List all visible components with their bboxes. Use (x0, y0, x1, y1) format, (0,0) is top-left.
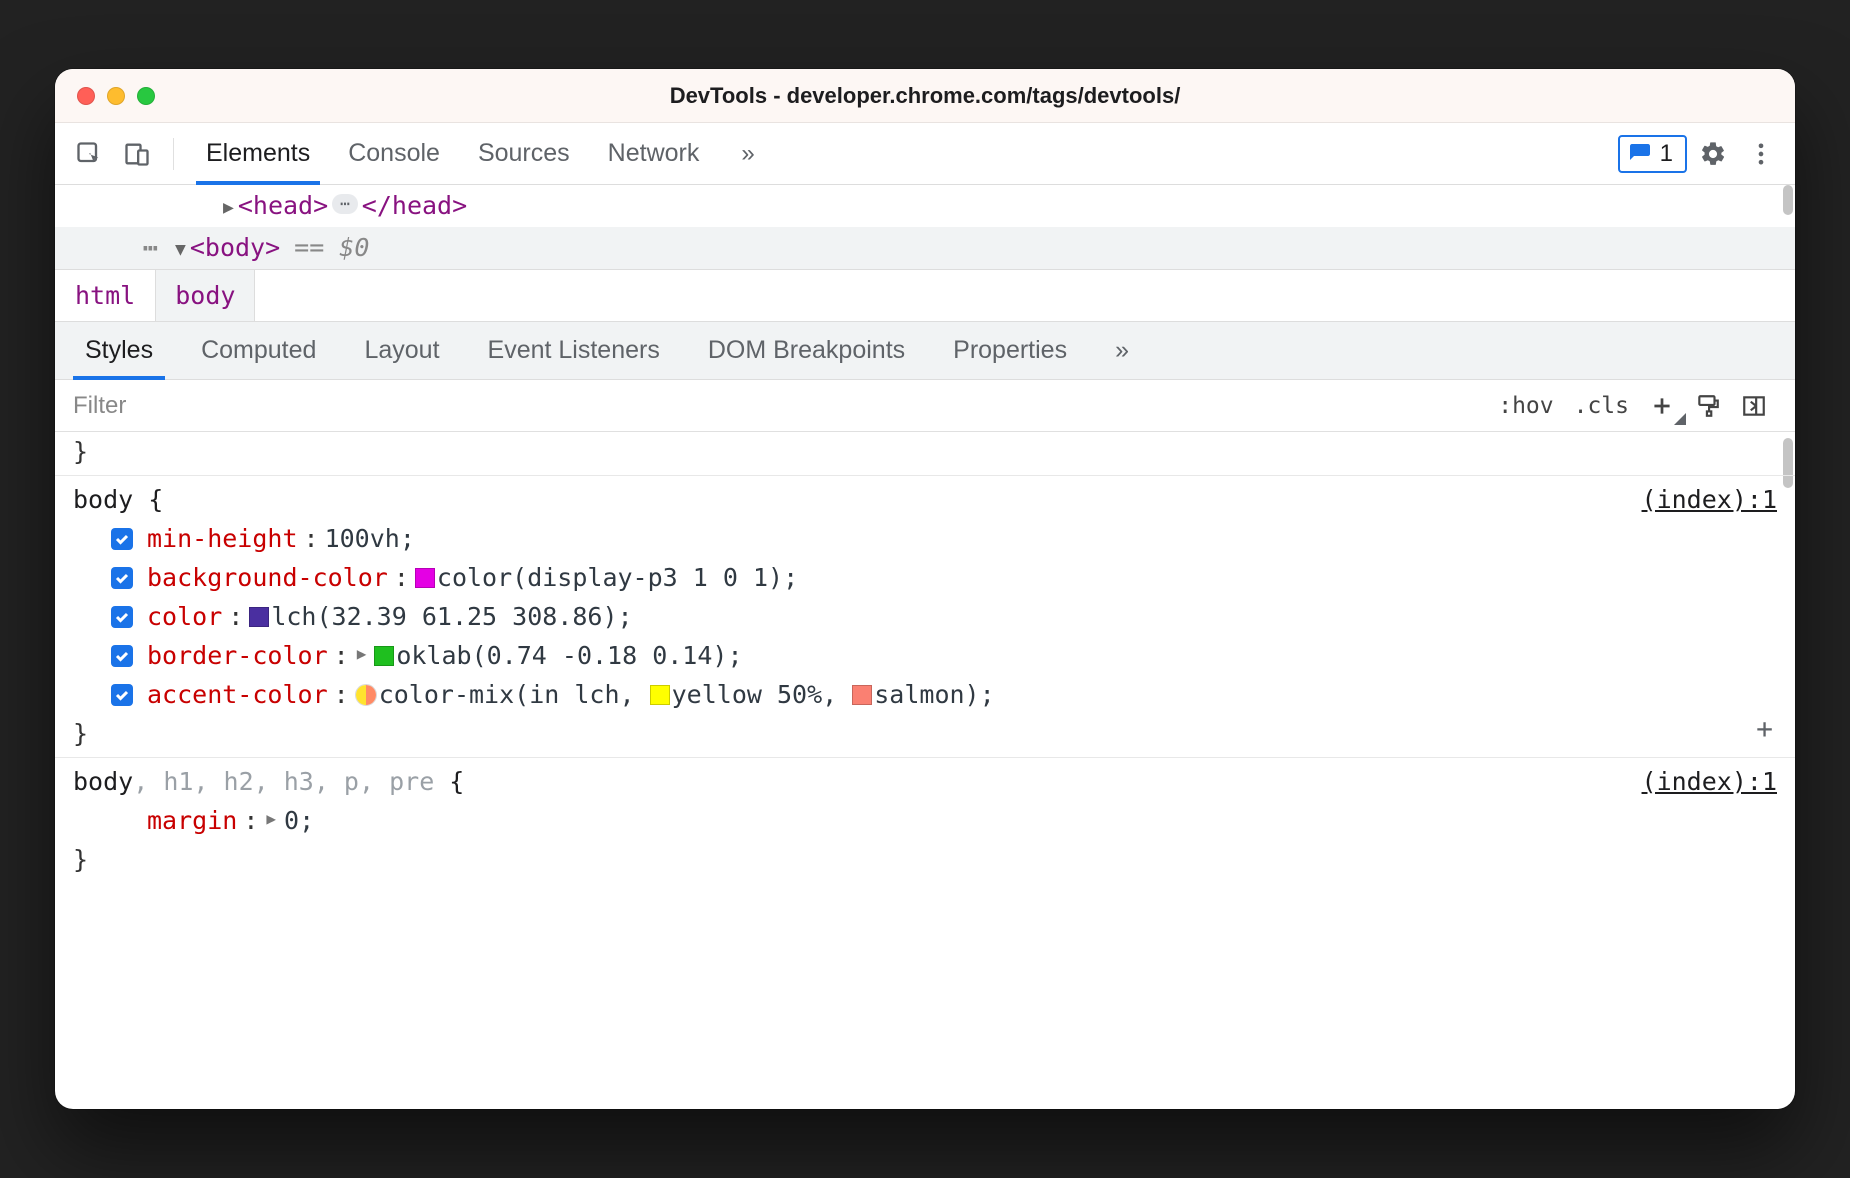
collapse-arrow-icon[interactable]: ▼ (175, 236, 186, 263)
device-toggle-icon[interactable] (115, 132, 159, 176)
selected-indicator: == $0 (294, 229, 369, 267)
issues-count: 1 (1660, 140, 1673, 168)
zoom-window-button[interactable] (137, 87, 155, 105)
hov-button[interactable]: :hov (1488, 388, 1563, 424)
more-tabs-button[interactable]: » (731, 140, 764, 168)
dom-node-body[interactable]: ▼ <body> == $0 (55, 227, 1795, 269)
dom-tree[interactable]: ▶ <head> ⋯ </head> ▼ <body> == $0 (55, 185, 1795, 270)
property-name[interactable]: border-color (147, 636, 328, 675)
head-close-tag: </head> (362, 187, 467, 225)
close-window-button[interactable] (77, 87, 95, 105)
declaration[interactable]: border-color:▶ oklab(0.74 -0.18 0.14); (111, 636, 1777, 675)
rule-source-link[interactable]: (index):1 (1642, 480, 1777, 519)
property-checkbox[interactable] (111, 567, 133, 589)
declaration[interactable]: color: lch(32.39 61.25 308.86); (111, 597, 1777, 636)
window-title: DevTools - developer.chrome.com/tags/dev… (55, 83, 1795, 109)
declaration[interactable]: accent-color: color-mix(in lch, yellow 5… (111, 675, 1777, 714)
color-swatch[interactable] (249, 607, 269, 627)
sidebar-tabs: Styles Computed Layout Event Listeners D… (55, 322, 1795, 380)
tab-network[interactable]: Network (602, 123, 706, 184)
property-name[interactable]: accent-color (147, 675, 328, 714)
property-checkbox[interactable] (111, 606, 133, 628)
property-value[interactable]: 100vh; (325, 519, 415, 558)
subtab-layout[interactable]: Layout (352, 322, 451, 379)
kebab-icon[interactable] (1739, 132, 1783, 176)
body-open-tag: <body> (190, 229, 280, 267)
separator (173, 138, 174, 170)
property-checkbox[interactable] (111, 645, 133, 667)
computed-toggle-icon[interactable] (1731, 388, 1777, 424)
property-checkbox[interactable] (111, 528, 133, 550)
window-controls (77, 87, 155, 105)
devtools-window: DevTools - developer.chrome.com/tags/dev… (55, 69, 1795, 1109)
breadcrumb: html body (55, 270, 1795, 322)
rule-close-brace: } (73, 432, 1777, 471)
declaration[interactable]: min-height: 100vh; (111, 519, 1777, 558)
rule-close-brace: } (73, 840, 1777, 879)
property-name[interactable]: min-height (147, 519, 298, 558)
property-value[interactable]: 0; (284, 801, 314, 840)
expand-arrow-icon[interactable]: ▶ (223, 194, 234, 221)
breadcrumb-html[interactable]: html (55, 270, 155, 321)
property-name[interactable]: background-color (147, 558, 388, 597)
property-value[interactable]: color-mix(in lch, yellow 50%, salmon); (355, 675, 995, 714)
tab-sources[interactable]: Sources (472, 123, 576, 184)
color-swatch[interactable] (852, 685, 872, 705)
panel-tabs: Elements Console Sources Network » (200, 123, 765, 184)
breadcrumb-body[interactable]: body (155, 270, 255, 321)
titlebar: DevTools - developer.chrome.com/tags/dev… (55, 69, 1795, 123)
head-open-tag: <head> (238, 187, 328, 225)
subtab-properties[interactable]: Properties (941, 322, 1079, 379)
shorthand-expand-icon[interactable]: ▶ (266, 807, 276, 832)
color-swatch[interactable] (650, 685, 670, 705)
tab-elements[interactable]: Elements (200, 123, 316, 184)
property-value[interactable]: oklab(0.74 -0.18 0.14); (374, 636, 742, 675)
property-name[interactable]: margin (147, 801, 237, 840)
property-name[interactable]: color (147, 597, 222, 636)
new-style-rule-button[interactable] (1639, 388, 1685, 424)
property-value[interactable]: lch(32.39 61.25 308.86); (249, 597, 632, 636)
style-rule-fragment: } (55, 432, 1795, 476)
rule-close-brace: } (73, 714, 1777, 753)
minimize-window-button[interactable] (107, 87, 125, 105)
subtab-computed[interactable]: Computed (189, 322, 328, 379)
tab-console[interactable]: Console (342, 123, 446, 184)
shorthand-expand-icon[interactable]: ▶ (357, 642, 367, 667)
declaration[interactable]: background-color: color(display-p3 1 0 1… (111, 558, 1777, 597)
add-declaration-button[interactable]: + (1756, 707, 1773, 751)
color-mix-swatch[interactable] (355, 684, 377, 706)
subtab-event-listeners[interactable]: Event Listeners (476, 322, 672, 379)
rule-selector[interactable]: body { (73, 480, 163, 519)
styles-pane[interactable]: } body { (index):1 min-height: 100vh; ba… (55, 432, 1795, 1109)
collapsed-ellipsis[interactable]: ⋯ (332, 194, 358, 214)
issues-badge[interactable]: 1 (1618, 135, 1687, 173)
subtab-dom-breakpoints[interactable]: DOM Breakpoints (696, 322, 917, 379)
cls-button[interactable]: .cls (1564, 388, 1639, 424)
color-swatch[interactable] (374, 646, 394, 666)
rule-source-link[interactable]: (index):1 (1642, 762, 1777, 801)
rule-selector[interactable]: body, h1, h2, h3, p, pre { (73, 762, 464, 801)
paint-icon[interactable] (1685, 388, 1731, 424)
main-toolbar: Elements Console Sources Network » 1 (55, 123, 1795, 185)
styles-filter-input[interactable] (55, 380, 1488, 431)
settings-icon[interactable] (1691, 132, 1735, 176)
declaration[interactable]: margin:▶ 0; (111, 801, 1777, 840)
styles-toolbar: :hov .cls (55, 380, 1795, 432)
dom-node-head[interactable]: ▶ <head> ⋯ </head> (55, 185, 1795, 227)
style-rule-body[interactable]: body { (index):1 min-height: 100vh; back… (55, 476, 1795, 758)
property-value[interactable]: color(display-p3 1 0 1); (415, 558, 798, 597)
inspect-icon[interactable] (67, 132, 111, 176)
dom-scrollbar[interactable] (1783, 185, 1793, 215)
more-subtabs-button[interactable]: » (1103, 336, 1141, 365)
color-swatch[interactable] (415, 568, 435, 588)
property-checkbox[interactable] (111, 684, 133, 706)
style-rule-shared[interactable]: body, h1, h2, h3, p, pre { (index):1 mar… (55, 758, 1795, 883)
subtab-styles[interactable]: Styles (73, 322, 165, 379)
